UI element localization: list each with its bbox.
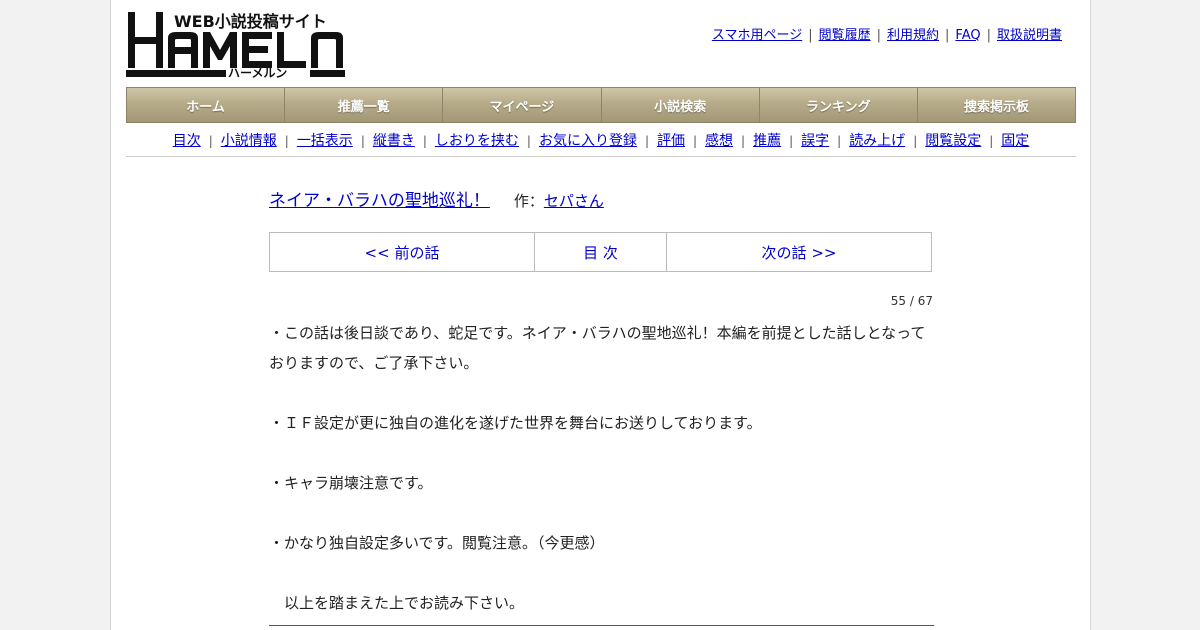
page-container: WEB小説投稿サイト ハーメルン スマホ用ページ | 閲覧履歴 | 利用規約 | FAQ | 取… bbox=[110, 0, 1091, 630]
nav-novel-search[interactable]: 小説検索 bbox=[602, 88, 760, 122]
logo-tagline: WEB小説投稿サイト bbox=[174, 12, 327, 31]
logo-kana: ハーメルン bbox=[228, 66, 287, 80]
separator: | bbox=[526, 134, 531, 148]
subnav-pin[interactable]: 固定 bbox=[1001, 133, 1029, 149]
chapter-nav: << 前の話 目 次 次の話 >> bbox=[269, 232, 932, 272]
nav-home[interactable]: ホーム bbox=[127, 88, 286, 122]
subnav-read-aloud[interactable]: 読み上げ bbox=[849, 133, 905, 149]
faq-link[interactable]: FAQ bbox=[955, 28, 980, 43]
subnav-novel-info[interactable]: 小説情報 bbox=[221, 133, 277, 149]
separator: | bbox=[284, 134, 289, 148]
separator: | bbox=[989, 134, 994, 148]
chapter-page-count: 55 / 67 bbox=[890, 294, 933, 308]
separator: | bbox=[986, 28, 991, 43]
history-link[interactable]: 閲覧履歴 bbox=[819, 28, 871, 43]
separator: | bbox=[422, 134, 427, 148]
novel-title-row: ネイア・バラハの聖地巡礼！ 作：セパさん bbox=[269, 186, 604, 211]
subnav-bookmark[interactable]: しおりを挟む bbox=[435, 133, 519, 149]
author-link[interactable]: セパさん bbox=[544, 192, 604, 210]
header-links: スマホ用ページ | 閲覧履歴 | 利用規約 | FAQ | 取扱説明書 bbox=[712, 24, 1062, 43]
separator: | bbox=[808, 28, 813, 43]
nav-mypage[interactable]: マイページ bbox=[443, 88, 602, 122]
manual-link[interactable]: 取扱説明書 bbox=[997, 28, 1062, 43]
novel-sub-nav: 目次 | 小説情報 | 一括表示 | 縦書き | しおりを挟む | お気に入り登録 | 評価 | 感想 | 推薦… bbox=[126, 130, 1076, 150]
separator: | bbox=[741, 134, 746, 148]
separator: | bbox=[876, 28, 881, 43]
author-prefix: 作： bbox=[513, 192, 544, 210]
separator: | bbox=[644, 134, 649, 148]
body-paragraph: 以上を踏まえた上でお読み下さい。 bbox=[269, 594, 525, 612]
subnav-show-all[interactable]: 一括表示 bbox=[297, 133, 353, 149]
body-divider bbox=[269, 625, 934, 626]
nav-recommendations[interactable]: 推薦一覧 bbox=[285, 88, 444, 122]
toc-link[interactable]: 目 次 bbox=[535, 233, 667, 271]
nav-search-board[interactable]: 捜索掲示板 bbox=[918, 88, 1075, 122]
divider bbox=[126, 156, 1076, 157]
separator: | bbox=[693, 134, 698, 148]
nav-ranking[interactable]: ランキング bbox=[760, 88, 918, 122]
subnav-recommend[interactable]: 推薦 bbox=[753, 133, 781, 149]
subnav-typo[interactable]: 誤字 bbox=[801, 133, 829, 149]
subnav-rating[interactable]: 評価 bbox=[657, 133, 685, 149]
separator: | bbox=[913, 134, 918, 148]
separator: | bbox=[360, 134, 365, 148]
terms-link[interactable]: 利用規約 bbox=[887, 28, 939, 43]
subnav-toc[interactable]: 目次 bbox=[173, 133, 201, 149]
body-paragraph: ・ＩＦ設定が更に独自の進化を遂げた世界を舞台にお送りしております。 bbox=[269, 414, 762, 432]
body-paragraph: ・この話は後日談であり、蛇足です。ネイア・バラハの聖地巡礼！本編を前提とした話し… bbox=[269, 324, 926, 372]
subnav-comments[interactable]: 感想 bbox=[705, 133, 733, 149]
site-logo[interactable]: WEB小説投稿サイト ハーメルン bbox=[126, 10, 346, 80]
body-paragraph: ・かなり独自設定多いです。閲覧注意。（今更感） bbox=[269, 534, 605, 552]
smartphone-page-link[interactable]: スマホ用ページ bbox=[712, 28, 802, 43]
subnav-view-settings[interactable]: 閲覧設定 bbox=[925, 133, 981, 149]
subnav-vertical[interactable]: 縦書き bbox=[373, 133, 415, 149]
prev-chapter-link[interactable]: << 前の話 bbox=[270, 233, 535, 271]
main-nav: ホーム 推薦一覧 マイページ 小説検索 ランキング 捜索掲示板 bbox=[126, 87, 1076, 123]
separator: | bbox=[789, 134, 794, 148]
separator: | bbox=[837, 134, 842, 148]
separator: | bbox=[945, 28, 950, 43]
next-chapter-link[interactable]: 次の話 >> bbox=[667, 233, 931, 271]
separator: | bbox=[208, 134, 213, 148]
body-paragraph: ・キャラ崩壊注意です。 bbox=[269, 474, 433, 492]
subnav-favorite[interactable]: お気に入り登録 bbox=[539, 133, 637, 149]
novel-title-link[interactable]: ネイア・バラハの聖地巡礼！ bbox=[269, 191, 490, 211]
chapter-body: ・この話は後日談であり、蛇足です。ネイア・バラハの聖地巡礼！本編を前提とした話し… bbox=[269, 318, 933, 618]
